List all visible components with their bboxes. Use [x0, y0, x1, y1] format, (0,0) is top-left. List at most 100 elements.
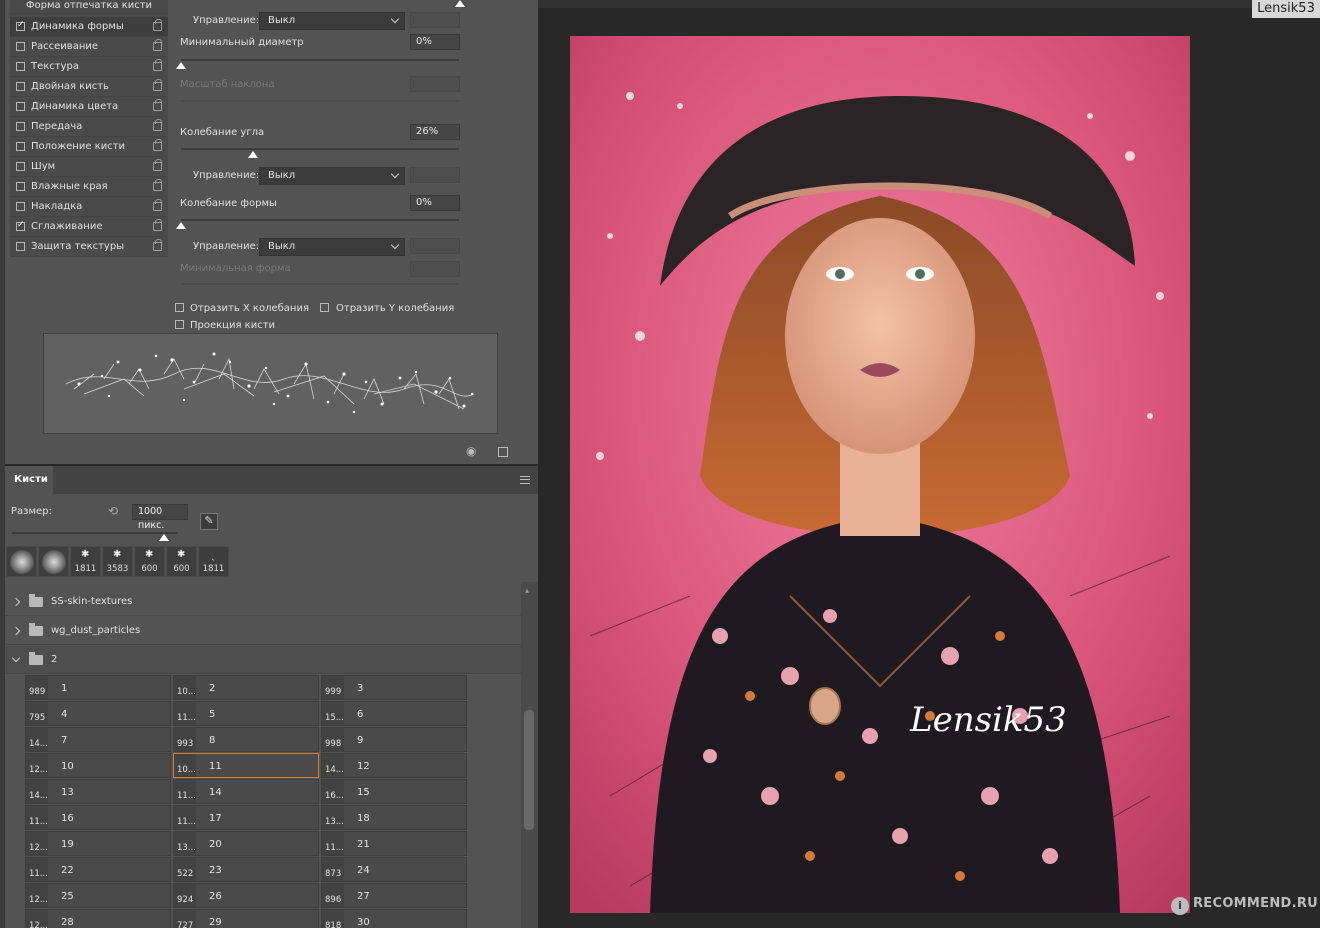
- brush-preset-11[interactable]: 10... 11: [173, 753, 319, 778]
- lock-icon[interactable]: [153, 179, 162, 191]
- tab-brushes[interactable]: Кисти: [5, 466, 53, 494]
- min-diameter-field[interactable]: 0%: [410, 34, 460, 50]
- recent-brush-tip[interactable]: ✱ 1811: [70, 546, 101, 577]
- option-color-dynamics[interactable]: Динамика цвета: [10, 97, 168, 117]
- control-dropdown-2[interactable]: Выкл: [259, 167, 405, 185]
- brush-preset-23[interactable]: 522 23: [173, 857, 319, 882]
- brush-preset-1[interactable]: 989 1: [25, 675, 171, 700]
- brush-preset-13[interactable]: 14... 13: [25, 779, 171, 804]
- wet-edges-checkbox[interactable]: [16, 182, 25, 191]
- brush-preset-16[interactable]: 11... 16: [25, 805, 171, 830]
- brush-preset-2[interactable]: 10... 2: [173, 675, 319, 700]
- protect-texture-checkbox[interactable]: [16, 242, 25, 251]
- control-dropdown-3[interactable]: Выкл: [259, 238, 405, 256]
- smoothing-checkbox[interactable]: [16, 220, 25, 231]
- brush-preset-15[interactable]: 16... 15: [321, 779, 467, 804]
- noise-checkbox[interactable]: [16, 162, 25, 171]
- lock-icon[interactable]: [153, 159, 162, 171]
- brush-preset-6[interactable]: 15... 6: [321, 701, 467, 726]
- brush-preset-24[interactable]: 873 24: [321, 857, 467, 882]
- brush-preset-14[interactable]: 11... 14: [173, 779, 319, 804]
- option-shape-dynamics[interactable]: Динамика формы: [10, 17, 168, 37]
- brush-preset-20[interactable]: 13... 20: [173, 831, 319, 856]
- lock-icon[interactable]: [153, 219, 162, 231]
- brush-group-ss-skin-textures[interactable]: SS-skin-textures: [5, 588, 521, 616]
- lock-icon[interactable]: [153, 59, 162, 71]
- brush-preset-4[interactable]: 795 4: [25, 701, 171, 726]
- color-dynamics-checkbox[interactable]: [16, 102, 25, 111]
- recent-brush-tip[interactable]: ˎ 1811: [198, 546, 229, 577]
- scattering-checkbox[interactable]: [16, 42, 25, 51]
- brush-projection-checkbox[interactable]: [175, 320, 184, 329]
- brush-preset-8[interactable]: 993 8: [173, 727, 319, 752]
- roundness-jitter-knob[interactable]: [176, 222, 186, 229]
- size-slider[interactable]: [12, 532, 178, 534]
- artwork-portrait[interactable]: Lensik53: [570, 36, 1190, 913]
- brush-preset-29[interactable]: 727 29: [173, 909, 319, 928]
- shape-dynamics-checkbox[interactable]: [16, 20, 25, 31]
- roundness-jitter-field[interactable]: 0%: [410, 195, 460, 211]
- scroll-up-icon[interactable]: ▴: [525, 587, 533, 595]
- brush-preset-12[interactable]: 14... 12: [321, 753, 467, 778]
- brush-group-wg-dust-particles[interactable]: wg_dust_particles: [5, 617, 521, 645]
- option-protect-texture[interactable]: Защита текстуры: [10, 237, 168, 257]
- brush-preset-22[interactable]: 11... 22: [25, 857, 171, 882]
- texture-checkbox[interactable]: [16, 62, 25, 71]
- brush-preset-25[interactable]: 12... 25: [25, 883, 171, 908]
- angle-jitter-slider[interactable]: [181, 148, 459, 150]
- control-dropdown-1[interactable]: Выкл: [259, 12, 405, 30]
- brush-preset-19[interactable]: 12... 19: [25, 831, 171, 856]
- min-diameter-slider[interactable]: [181, 59, 459, 61]
- recent-brush-tip[interactable]: ✱ 600: [134, 546, 165, 577]
- control-fade-field-2[interactable]: [410, 167, 460, 183]
- brush-preset-26[interactable]: 924 26: [173, 883, 319, 908]
- eye-visibility-icon[interactable]: ◉: [466, 445, 482, 457]
- new-preset-icon[interactable]: [498, 447, 508, 457]
- chevron-right-icon[interactable]: [11, 597, 21, 606]
- brush-preset-21[interactable]: 11... 21: [321, 831, 467, 856]
- recent-brush-tip[interactable]: [38, 546, 69, 577]
- lock-icon[interactable]: [153, 199, 162, 211]
- brush-preset-30[interactable]: 818 30: [321, 909, 467, 928]
- brush-preset-28[interactable]: 12... 28: [25, 909, 171, 928]
- lock-icon[interactable]: [153, 239, 162, 251]
- control-fade-field-3[interactable]: [410, 238, 460, 254]
- pen-pressure-icon[interactable]: ✎: [200, 513, 218, 530]
- size-field[interactable]: 1000 пикс.: [132, 504, 188, 531]
- min-diameter-knob[interactable]: [176, 62, 186, 69]
- brush-preset-18[interactable]: 13... 18: [321, 805, 467, 830]
- flip-x-checkbox[interactable]: [175, 303, 184, 312]
- lock-icon[interactable]: [153, 99, 162, 111]
- recent-brush-tip[interactable]: ✱ 3583: [102, 546, 133, 577]
- roundness-jitter-slider[interactable]: [181, 219, 459, 221]
- brush-preset-7[interactable]: 14... 7: [25, 727, 171, 752]
- flip-y-checkbox[interactable]: [320, 303, 329, 312]
- lock-icon[interactable]: [153, 119, 162, 131]
- angle-jitter-field[interactable]: 26%: [410, 124, 460, 140]
- brush-preset-3[interactable]: 999 3: [321, 675, 467, 700]
- brush-preset-10[interactable]: 12... 10: [25, 753, 171, 778]
- brush-preset-5[interactable]: 11... 5: [173, 701, 319, 726]
- option-brush-pose[interactable]: Положение кисти: [10, 137, 168, 157]
- option-scattering[interactable]: Рассеивание: [10, 37, 168, 57]
- option-smoothing[interactable]: Сглаживание: [10, 217, 168, 237]
- option-noise[interactable]: Шум: [10, 157, 168, 177]
- brush-group-2[interactable]: 2: [5, 646, 521, 674]
- option-transfer[interactable]: Передача: [10, 117, 168, 137]
- angle-jitter-knob[interactable]: [248, 151, 258, 158]
- build-up-checkbox[interactable]: [16, 202, 25, 211]
- lock-icon[interactable]: [153, 39, 162, 51]
- option-dual-brush[interactable]: Двойная кисть: [10, 77, 168, 97]
- chevron-down-icon[interactable]: [11, 653, 21, 663]
- brush-preset-27[interactable]: 896 27: [321, 883, 467, 908]
- option-build-up[interactable]: Накладка: [10, 197, 168, 217]
- size-jitter-slider-knob[interactable]: [455, 0, 465, 7]
- option-wet-edges[interactable]: Влажные края: [10, 177, 168, 197]
- transfer-checkbox[interactable]: [16, 122, 25, 131]
- brush-preset-17[interactable]: 11... 17: [173, 805, 319, 830]
- panel-menu-icon[interactable]: [520, 476, 530, 484]
- size-slider-knob[interactable]: [159, 534, 169, 541]
- dual-brush-checkbox[interactable]: [16, 82, 25, 91]
- recent-brush-tip[interactable]: [6, 546, 37, 577]
- brush-preset-9[interactable]: 998 9: [321, 727, 467, 752]
